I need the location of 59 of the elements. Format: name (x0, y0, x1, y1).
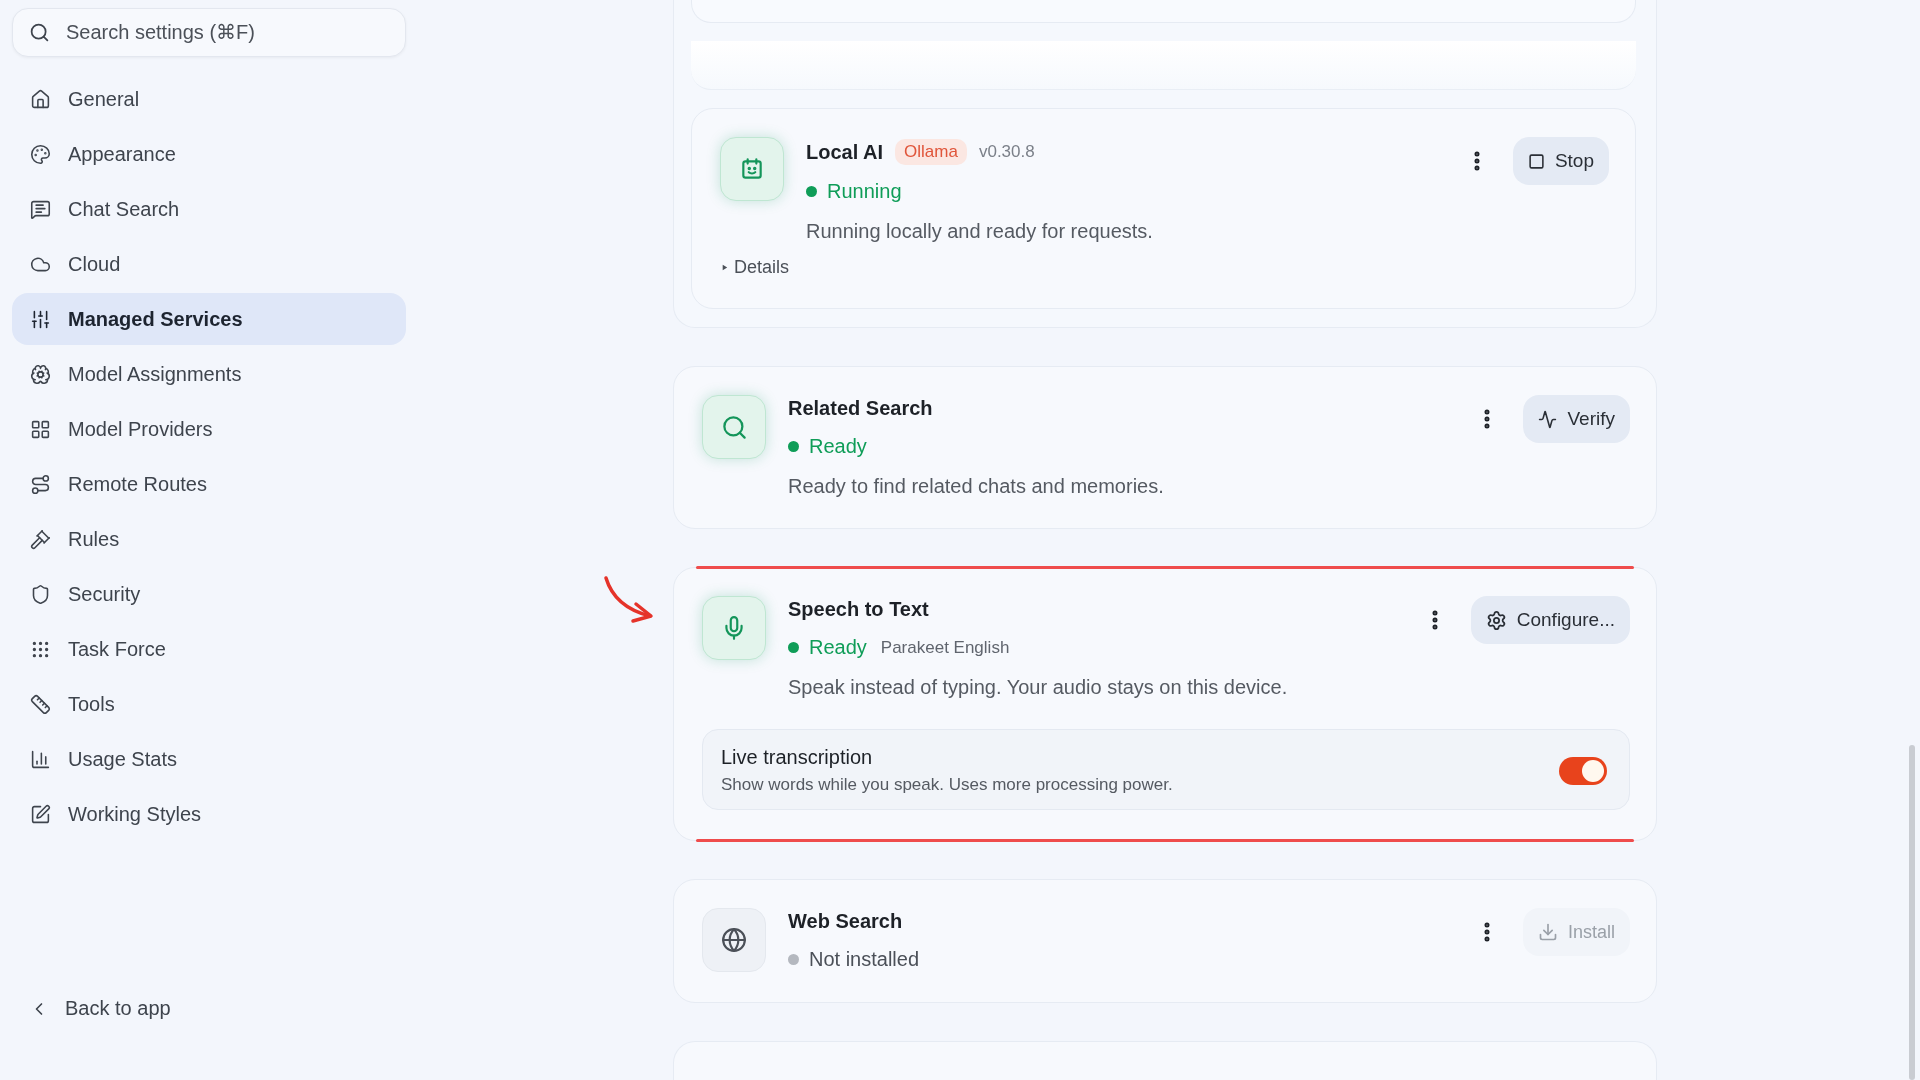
sidebar-item[interactable]: Remote Routes (12, 458, 406, 510)
sidebar-item[interactable]: Appearance (12, 128, 406, 180)
status-label: Ready (809, 435, 867, 458)
service-title: Web Search (788, 910, 903, 933)
status-label: Running (827, 180, 902, 203)
provider-badge: Ollama (895, 139, 967, 165)
status-label: Not installed (809, 948, 920, 971)
action-button[interactable]: Verify (1523, 395, 1630, 443)
search-icon (720, 413, 748, 441)
sidebar-item[interactable]: Security (12, 568, 406, 620)
sidebar-item[interactable]: Tools (12, 678, 406, 730)
scrollbar-thumb[interactable] (1909, 745, 1915, 1080)
search-icon (29, 22, 50, 43)
action-button[interactable]: Stop (1512, 137, 1609, 185)
service-description: Speak instead of typing. Your audio stays on this device. (788, 676, 1289, 699)
status-label: Ready (809, 636, 867, 659)
sidebar-item[interactable]: Model Assignments (12, 348, 406, 400)
search-field[interactable]: Search settings (⌘F) (12, 8, 406, 57)
setting-title: Live transcription (721, 746, 874, 769)
back-link[interactable]: Back to app (12, 997, 406, 1020)
sidebar-item[interactable]: Task Force (12, 623, 406, 675)
model-label: Parakeet English (880, 637, 1010, 658)
bar-chart-icon (30, 748, 51, 770)
sidebar-item[interactable]: Managed Services (12, 293, 406, 345)
shield-icon (30, 583, 51, 605)
globe-icon (721, 927, 747, 953)
gear-icon (1485, 609, 1507, 631)
sidebar-item[interactable]: Chat Search (12, 183, 406, 235)
details-toggle[interactable]: Details (720, 257, 790, 278)
sidebar-item[interactable]: Working Styles (12, 788, 406, 840)
ruler-icon (30, 693, 51, 715)
caret-icon (720, 263, 729, 272)
service-title: Speech to Text (788, 598, 929, 621)
palette-icon (30, 143, 51, 165)
pulse-icon (1538, 409, 1558, 429)
service-title: Related Search (788, 397, 933, 420)
version-label: v0.30.8 (978, 142, 1035, 162)
download-icon (1537, 922, 1558, 942)
sliders-icon (30, 308, 51, 330)
service-description: Ready to find related chats and memories. (788, 475, 1165, 498)
stop-icon (1527, 152, 1545, 170)
route-icon (30, 473, 51, 495)
toggle-switch[interactable] (1559, 756, 1607, 785)
service-title: Local AI (806, 140, 884, 164)
sidebar-item[interactable]: General (12, 73, 406, 125)
sidebar-item[interactable]: Model Providers (12, 403, 406, 455)
sidebar-item[interactable]: Rules (12, 513, 406, 565)
service-description: Running locally and ready for requests. (806, 220, 1154, 243)
action-button[interactable]: Configure... (1470, 596, 1630, 644)
sidebar-item[interactable]: Usage Stats (12, 733, 406, 785)
grid-icon (30, 418, 51, 440)
brain-gear-icon (30, 363, 51, 385)
gavel-icon (30, 528, 51, 550)
square-pen-icon (30, 803, 51, 825)
sidebar-item[interactable]: Cloud (12, 238, 406, 290)
house-icon (30, 88, 51, 110)
calendar-face-icon (739, 156, 765, 182)
setting-description: Show words while you speak. Uses more processing power. (721, 775, 1173, 795)
chat-search-icon (30, 198, 51, 220)
